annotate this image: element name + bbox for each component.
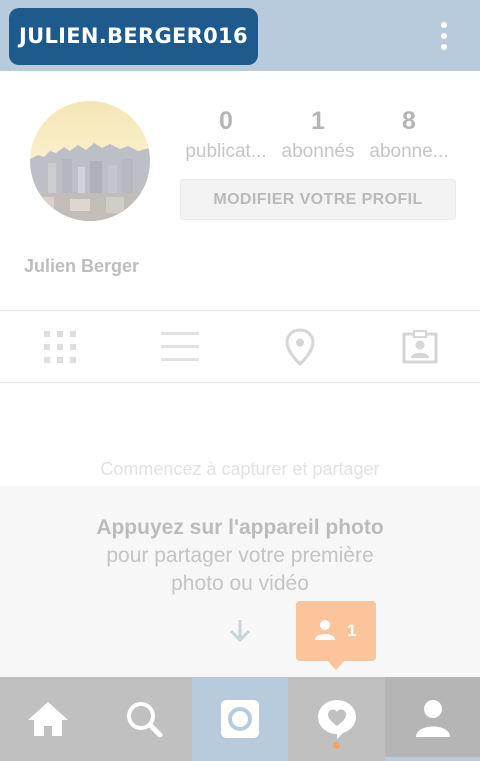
stat-followers-label: abonnés [281,141,355,162]
nav-activity[interactable] [288,677,385,761]
tab-location[interactable] [240,311,360,382]
stat-following-label: abonne... [369,141,449,162]
avatar[interactable] [30,101,150,221]
profile-header: 0 publicat... 1 abonnés 8 abonne... MODI… [0,71,480,311]
stat-followers-count: 1 [311,107,325,135]
stat-posts-count: 0 [219,107,233,135]
camera-hint-panel: Appuyez sur l'appareil photo pour partag… [0,486,480,677]
search-icon [127,702,163,738]
tab-tagged[interactable] [360,311,480,382]
new-follower-count: 1 [347,621,357,640]
stat-following-count: 8 [402,107,416,135]
tab-grid[interactable] [0,311,120,382]
stat-posts-label: publicat... [185,141,267,162]
person-icon [315,620,335,640]
active-tab-indicator [385,757,480,761]
new-follower-tooltip[interactable]: 1 [296,601,376,661]
start-capturing-text: Commencez à capturer et partager [100,459,380,479]
profile-full-name: Julien Berger [24,256,140,276]
stat-following[interactable]: 8 abonne... [362,105,456,167]
arrow-down-icon [229,620,251,643]
stat-followers[interactable]: 1 abonnés [276,105,360,167]
notification-dot [333,742,340,749]
grid-icon [44,330,76,363]
tagged-photos-icon [402,329,438,363]
nav-search[interactable] [96,677,192,761]
camera-icon [221,700,259,738]
activity-heart-icon [317,700,356,739]
profile-icon [415,700,450,737]
list-icon [161,331,199,361]
empty-state: Commencez à capturer et partager Appuyez… [0,383,480,677]
nav-home[interactable] [0,677,96,761]
profile-tabs [0,311,480,383]
location-pin-icon [285,327,315,366]
home-icon [28,702,68,736]
username-title[interactable]: JULIEN.BERGER016 [9,8,258,65]
hint-title: Appuyez sur l'appareil photo [96,516,384,539]
bottom-nav [0,677,480,761]
stat-posts[interactable]: 0 publicat... [178,105,274,167]
top-bar: JULIEN.BERGER016 [0,0,480,71]
nav-profile[interactable] [385,677,480,761]
hint-line: pour partager votre première [106,544,374,567]
nav-camera[interactable] [192,677,288,761]
edit-profile-button[interactable]: MODIFIER VOTRE PROFIL [180,179,456,220]
overflow-menu-icon[interactable] [430,18,458,54]
tooltip-tail [327,660,345,670]
hint-line: photo ou vidéo [171,572,309,595]
tab-list[interactable] [120,311,240,382]
